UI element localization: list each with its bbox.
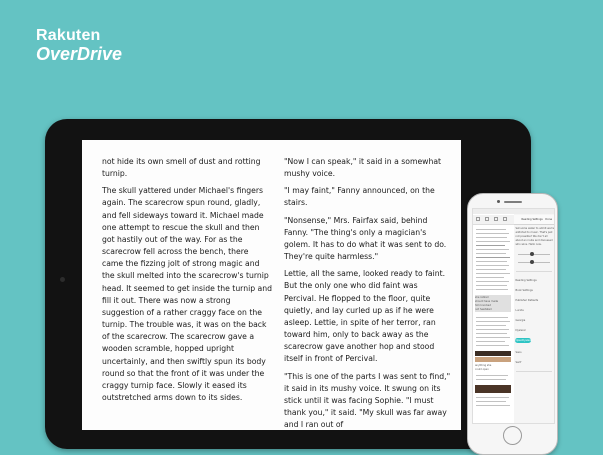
status-bar: [473, 209, 514, 214]
text-line: [476, 345, 509, 346]
text-line: [476, 269, 506, 270]
image-strip: [475, 357, 511, 362]
text-line: [476, 375, 508, 376]
text-line: [476, 233, 509, 234]
snippet: him knocked: [475, 304, 491, 307]
text-line: [476, 401, 506, 402]
settings-text: addicted to music. That's just: [515, 231, 553, 234]
phone-camera: [497, 200, 500, 203]
text-line: [476, 229, 506, 230]
image-block: [475, 385, 511, 393]
text-line: [476, 285, 507, 286]
menu-item[interactable]: Dyslexic: [516, 329, 526, 332]
paragraph: not hide its own smell of dust and rotti…: [102, 157, 261, 179]
phone-screen: she retired should have made him knocked…: [472, 208, 555, 424]
snippet: could open: [475, 368, 489, 371]
text-line: [476, 265, 509, 266]
settings-text: about en route and discussed: [515, 239, 553, 242]
settings-text: Set some water to admit we're: [515, 227, 555, 230]
paragraph: "Now I can speak," it said in a somewhat…: [284, 157, 442, 179]
menu-item[interactable]: Georgia: [516, 319, 526, 322]
settings-icon[interactable]: [503, 217, 507, 221]
line-spacing-slider[interactable]: [517, 260, 550, 264]
text-line: [476, 405, 510, 406]
paragraph: "This is one of the parts I was sent to …: [284, 371, 451, 430]
text-line: [476, 341, 505, 342]
snippet: she retired: [475, 296, 489, 299]
image-strip: [475, 351, 511, 356]
slider-thumb[interactable]: [529, 252, 534, 256]
text-line: [476, 317, 508, 318]
phone-home-button[interactable]: [503, 426, 522, 445]
text-line: [476, 245, 505, 246]
paragraph: The skull yattered under Michael's finge…: [102, 186, 273, 402]
settings-header: Reading Settings Done: [513, 215, 554, 225]
snippet: should have made: [475, 300, 499, 303]
text-line: [476, 337, 510, 338]
done-button[interactable]: Done: [545, 218, 552, 221]
bookmark-icon[interactable]: [485, 217, 489, 221]
text-line: [476, 277, 504, 278]
reader-pane: she retired should have made him knocked…: [473, 209, 515, 423]
phone-speaker: [504, 201, 522, 203]
ereader-page[interactable]: not hide its own smell of dust and rotti…: [82, 140, 461, 430]
menu-item[interactable]: Sans: [516, 351, 522, 354]
logo-overdrive-text: OverDrive: [36, 44, 123, 64]
text-line: [476, 261, 507, 262]
menu-item[interactable]: Lucida: [516, 309, 524, 312]
text-line: [476, 333, 507, 334]
text-line: [476, 257, 510, 258]
text-line: [476, 329, 509, 330]
text-line: [476, 325, 506, 326]
settings-panel: Reading Settings Done Set some water to …: [513, 209, 555, 423]
status-bar: [513, 209, 554, 214]
settings-text: not possible? We don't all: [515, 235, 548, 238]
menu-icon[interactable]: [476, 217, 480, 221]
snippet: anything she: [475, 364, 492, 367]
slider-thumb[interactable]: [529, 260, 534, 264]
text-line: [476, 289, 508, 290]
phone-device: she retired should have made him knocked…: [467, 193, 558, 455]
text-line: [476, 253, 506, 254]
paragraph: "Nonsense," Mrs. Fairfax said, behind Fa…: [284, 215, 447, 262]
text-line: [476, 241, 510, 242]
text-line: [476, 237, 507, 238]
text-line: [476, 281, 509, 282]
text-column-right: "Now I can speak," it said in a somewhat…: [284, 156, 452, 430]
settings-text: who wins. Hallo now.: [515, 243, 542, 246]
text-line: [476, 321, 510, 322]
menu-item[interactable]: Publisher Defaults: [516, 299, 539, 302]
menu-item[interactable]: Reading Settings: [516, 279, 537, 282]
tablet-camera: [60, 277, 65, 282]
snippet: not hesitated: [475, 308, 492, 311]
divider: [515, 271, 552, 272]
menu-item-selected[interactable]: OpenDyslexic: [516, 339, 533, 342]
rakuten-overdrive-logo: Rakuten OverDrive: [36, 27, 123, 64]
text-line: [476, 397, 509, 398]
search-icon[interactable]: [494, 217, 498, 221]
paragraph: Lettie, all the same, looked ready to fa…: [284, 269, 446, 364]
divider: [515, 371, 552, 372]
menu-item[interactable]: Book Settings: [516, 289, 533, 292]
reader-toolbar: [473, 215, 514, 225]
menu-item[interactable]: Serif: [516, 361, 522, 364]
text-line: [476, 249, 509, 250]
text-line: [476, 379, 506, 380]
logo-rakuten-text: Rakuten: [36, 27, 101, 44]
text-line: [476, 273, 510, 274]
settings-title: Reading Settings: [521, 218, 543, 221]
text-column-left: not hide its own smell of dust and rotti…: [102, 156, 272, 409]
paragraph: "I may faint," Fanny announced, on the s…: [284, 186, 435, 208]
font-size-slider[interactable]: [517, 252, 550, 256]
